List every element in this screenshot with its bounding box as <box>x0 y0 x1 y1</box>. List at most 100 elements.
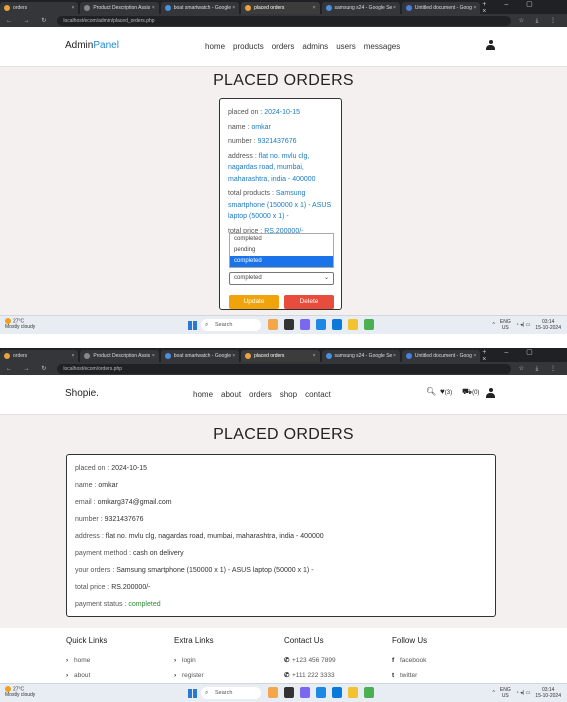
app-icon[interactable] <box>316 319 326 330</box>
delete-button[interactable]: Delete <box>284 295 334 309</box>
nav-arrows-icon[interactable]: ← → ↻ <box>6 365 51 372</box>
windows-start-icon[interactable] <box>188 321 197 330</box>
close-icon[interactable]: × <box>393 5 396 11</box>
nav-products[interactable]: products <box>233 42 264 51</box>
browser-tab[interactable]: orders × <box>0 350 79 362</box>
user-icon[interactable] <box>486 388 495 398</box>
wishlist-icon[interactable]: ♥(3) <box>440 387 452 396</box>
close-icon[interactable]: × <box>473 353 476 359</box>
search-label: Search <box>215 322 233 328</box>
nav-home[interactable]: home <box>193 390 213 399</box>
app-icon[interactable] <box>300 319 310 330</box>
close-icon[interactable]: × <box>473 5 476 11</box>
browser-tab[interactable]: boat smartwatch - Google × <box>160 2 240 14</box>
browser-tab[interactable]: Untitled document - Goog × <box>401 350 481 362</box>
footer-social[interactable]: f facebook <box>392 653 427 668</box>
windows-start-icon[interactable] <box>188 689 197 698</box>
admin-logo[interactable]: AdminPanel <box>65 40 119 51</box>
footer-link[interactable]: › home <box>66 653 107 668</box>
language-indicator[interactable]: ENG US <box>500 319 511 331</box>
nav-admins[interactable]: admins <box>302 42 328 51</box>
footer-social[interactable]: t twitter <box>392 668 427 683</box>
app-icon[interactable] <box>316 687 326 698</box>
nav-orders[interactable]: orders <box>272 42 295 51</box>
close-icon[interactable]: × <box>152 5 155 11</box>
nav-home[interactable]: home <box>205 42 225 51</box>
cart-icon[interactable]: ⛟(0) <box>462 387 479 397</box>
search-icon[interactable]: 🔍︎ <box>426 387 436 396</box>
footer-link[interactable]: › login <box>174 653 214 668</box>
footer-link[interactable]: › register <box>174 668 214 683</box>
browser-tab[interactable]: placed orders × <box>241 2 320 14</box>
status-select[interactable]: completed ⌄ <box>229 272 334 285</box>
footer-heading: Contact Us <box>284 636 324 645</box>
dropdown-option[interactable]: completed <box>230 234 333 245</box>
admin-header: AdminPanel home products orders admins u… <box>0 27 567 67</box>
tray-arrow-icon[interactable]: ^ <box>493 322 495 328</box>
tab-label: boat smartwatch - Google <box>173 353 231 359</box>
user-icon[interactable] <box>486 40 495 50</box>
weather-widget[interactable]: 27°C Mostly cloudy <box>5 686 35 698</box>
app-icon[interactable] <box>284 687 294 698</box>
app-icon[interactable] <box>300 687 310 698</box>
app-icon[interactable] <box>268 687 278 698</box>
browser-tab[interactable]: samsung s24 - Google Se × <box>321 350 400 362</box>
dropdown-option-highlighted[interactable]: completed <box>230 256 333 267</box>
nav-messages[interactable]: messages <box>364 42 400 51</box>
footer-phone[interactable]: ✆ +123 456 7899 <box>284 653 336 668</box>
footer-link[interactable]: › about <box>66 668 107 683</box>
close-icon[interactable]: × <box>232 5 235 11</box>
taskbar-search[interactable]: ⌕ Search <box>201 319 261 331</box>
chrome-icon[interactable] <box>364 319 374 330</box>
clock[interactable]: 03:14 15-10-2024 <box>535 687 561 699</box>
close-icon[interactable]: × <box>71 353 74 359</box>
browser-tab[interactable]: samsung s24 - Google Se × <box>321 2 400 14</box>
nav-shop[interactable]: shop <box>280 390 297 399</box>
window-controls[interactable]: + – ▢ × <box>482 0 567 15</box>
nav-contact[interactable]: contact <box>305 390 331 399</box>
url-input[interactable]: localhost/ecom/orders.php <box>57 363 511 374</box>
browser-toolbar-icons[interactable]: ☆ ⤓ ⋮ <box>519 17 561 25</box>
update-button[interactable]: Update <box>229 295 279 309</box>
folder-icon[interactable] <box>348 319 358 330</box>
browser-tab[interactable]: Untitled document - Goog × <box>401 2 481 14</box>
nav-arrows-icon[interactable]: ← → ↻ <box>6 17 51 24</box>
tray-arrow-icon[interactable]: ^ <box>493 690 495 696</box>
browser-toolbar-icons[interactable]: ☆ ⤓ ⋮ <box>519 365 561 373</box>
browser-tab[interactable]: orders × <box>0 2 79 14</box>
close-icon[interactable]: × <box>71 5 74 11</box>
close-icon[interactable]: × <box>232 353 235 359</box>
browser-tab[interactable]: placed orders × <box>241 350 320 362</box>
nav-users[interactable]: users <box>336 42 356 51</box>
footer-phone[interactable]: ✆ +111 222 3333 <box>284 668 336 683</box>
browser-tab[interactable]: Product Description Assis × <box>80 350 159 362</box>
tab-label: placed orders <box>254 5 285 11</box>
nav-about[interactable]: about <box>221 390 241 399</box>
taskbar-search[interactable]: ⌕ Search <box>201 687 261 699</box>
window-controls[interactable]: + – ▢ × <box>482 348 567 363</box>
browser-tab[interactable]: boat smartwatch - Google × <box>160 350 240 362</box>
wifi-volume-icon[interactable]: ◔ ◂) ▭ <box>516 322 531 328</box>
app-icon[interactable] <box>284 319 294 330</box>
clock[interactable]: 03:14 15-10-2024 <box>535 319 561 331</box>
nav-orders[interactable]: orders <box>249 390 272 399</box>
facebook-icon: f <box>392 657 395 664</box>
close-icon[interactable]: × <box>313 353 316 359</box>
browser-tab[interactable]: Product Description Assis × <box>80 2 159 14</box>
close-icon[interactable]: × <box>393 353 396 359</box>
close-icon[interactable]: × <box>152 353 155 359</box>
close-icon[interactable]: × <box>313 5 316 11</box>
app-icon[interactable] <box>268 319 278 330</box>
url-input[interactable]: localhost/ecom/admin/placed_orders.php <box>57 15 511 26</box>
chrome-icon[interactable] <box>364 687 374 698</box>
app-icon[interactable] <box>332 319 342 330</box>
folder-icon[interactable] <box>348 687 358 698</box>
shop-logo[interactable]: Shopie. <box>65 388 99 399</box>
dropdown-option[interactable]: pending <box>230 245 333 256</box>
tab-favicon-icon <box>164 353 171 359</box>
app-icon[interactable] <box>332 687 342 698</box>
wifi-volume-icon[interactable]: ◔ ◂) ▭ <box>516 690 531 696</box>
weather-widget[interactable]: 27°C Mostly cloudy <box>5 318 35 330</box>
field-label: email : <box>75 499 98 506</box>
language-indicator[interactable]: ENG US <box>500 687 511 699</box>
